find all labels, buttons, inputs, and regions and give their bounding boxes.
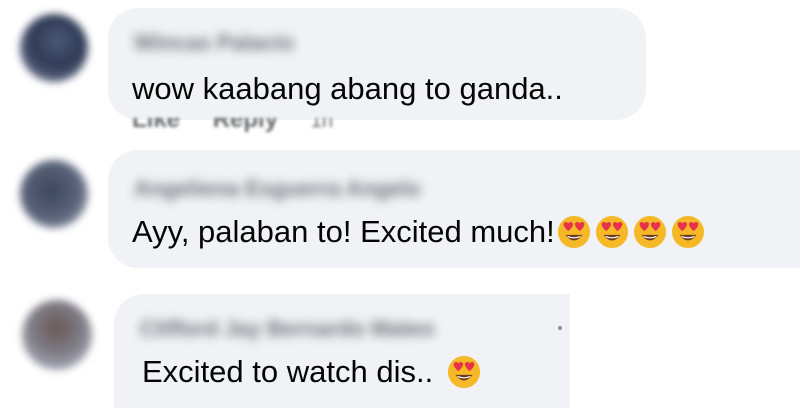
heart-eyes-emoji <box>447 355 481 389</box>
like-link[interactable]: Like <box>132 118 180 132</box>
commenter-avatar[interactable] <box>20 160 88 228</box>
heart-eyes-emoji <box>633 215 667 249</box>
comment-text-content: wow kaabang abang to ganda.. <box>132 71 563 106</box>
comment-text: wow kaabang abang to ganda.. <box>132 70 563 108</box>
heart-eyes-emoji <box>595 215 629 249</box>
comment-timestamp[interactable]: 1h <box>311 118 333 132</box>
comment-text: Excited to watch dis.. <box>142 352 485 392</box>
emoji-row <box>447 355 485 389</box>
heart-eyes-emoji <box>557 215 591 249</box>
commenter-avatar[interactable] <box>20 14 88 82</box>
comment-author-name[interactable]: Wincas Palacio <box>134 30 294 56</box>
commenter-avatar[interactable] <box>22 300 92 370</box>
comment-author-name[interactable]: Clifford Jay Bernardo Mateo <box>140 316 435 342</box>
emoji-row <box>557 215 709 249</box>
comment-author-name[interactable]: Angeliena Esguerra Angelo <box>134 176 420 202</box>
more-options-dot[interactable] <box>558 326 562 330</box>
heart-eyes-emoji <box>671 215 705 249</box>
comment-text: Ayy, palaban to! Excited much! <box>132 212 709 252</box>
comment-text-content: Ayy, palaban to! Excited much! <box>132 214 555 249</box>
comment-thread: Wincas Palacio wow kaabang abang to gand… <box>0 0 800 408</box>
comment-actions: Like Reply 1h <box>132 118 359 132</box>
reply-link[interactable]: Reply <box>213 118 278 132</box>
comment-text-content: Excited to watch dis.. <box>142 354 434 389</box>
